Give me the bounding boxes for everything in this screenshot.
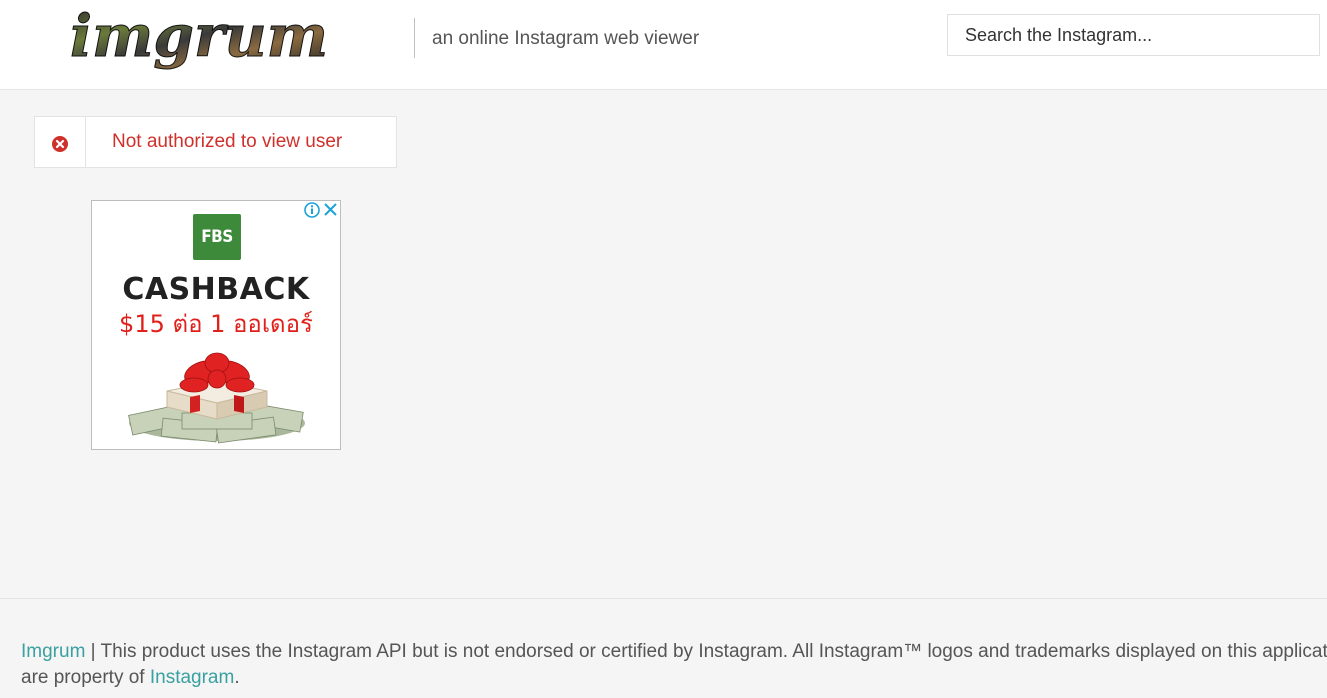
footer-disclaimer-line2-suffix: . (234, 667, 240, 688)
imgrum-footer-link[interactable]: Imgrum (21, 641, 85, 662)
error-alert: Not authorized to view user (34, 116, 397, 168)
close-icon[interactable] (324, 203, 337, 216)
search-input[interactable] (947, 14, 1320, 56)
fbs-logo-text: FBS (201, 227, 233, 247)
gift-money-image (128, 352, 305, 444)
error-circle-icon (52, 136, 68, 152)
site-tagline: an online Instagram web viewer (432, 28, 700, 49)
site-footer: Imgrum | This product uses the Instagram… (0, 598, 1327, 698)
site-header: imgrum an online Instagram web viewer (0, 0, 1327, 90)
ad-choices[interactable] (302, 201, 340, 219)
footer-disclaimer-line1: | This product uses the Instagram API bu… (85, 641, 1327, 662)
imgrum-logo-image: imgrum (70, 2, 329, 71)
ad-headline: CASHBACK (122, 272, 310, 307)
footer-disclaimer: Imgrum | This product uses the Instagram… (21, 639, 1327, 691)
advertisement[interactable]: FBS CASHBACK $15 ต่อ 1 ออเดอร์ (91, 200, 341, 450)
imgrum-logo[interactable]: imgrum (70, 0, 330, 80)
alert-icon-cell (35, 117, 86, 167)
info-icon[interactable] (304, 202, 320, 218)
footer-disclaimer-line2-prefix: are property of (21, 667, 150, 688)
ad-offer: $15 ต่อ 1 ออเดอร์ (119, 310, 313, 338)
header-divider (414, 18, 415, 58)
alert-message: Not authorized to view user (112, 131, 343, 152)
svg-text:imgrum: imgrum (70, 2, 328, 70)
fbs-logo: FBS (193, 214, 241, 260)
instagram-footer-link[interactable]: Instagram (150, 667, 234, 688)
